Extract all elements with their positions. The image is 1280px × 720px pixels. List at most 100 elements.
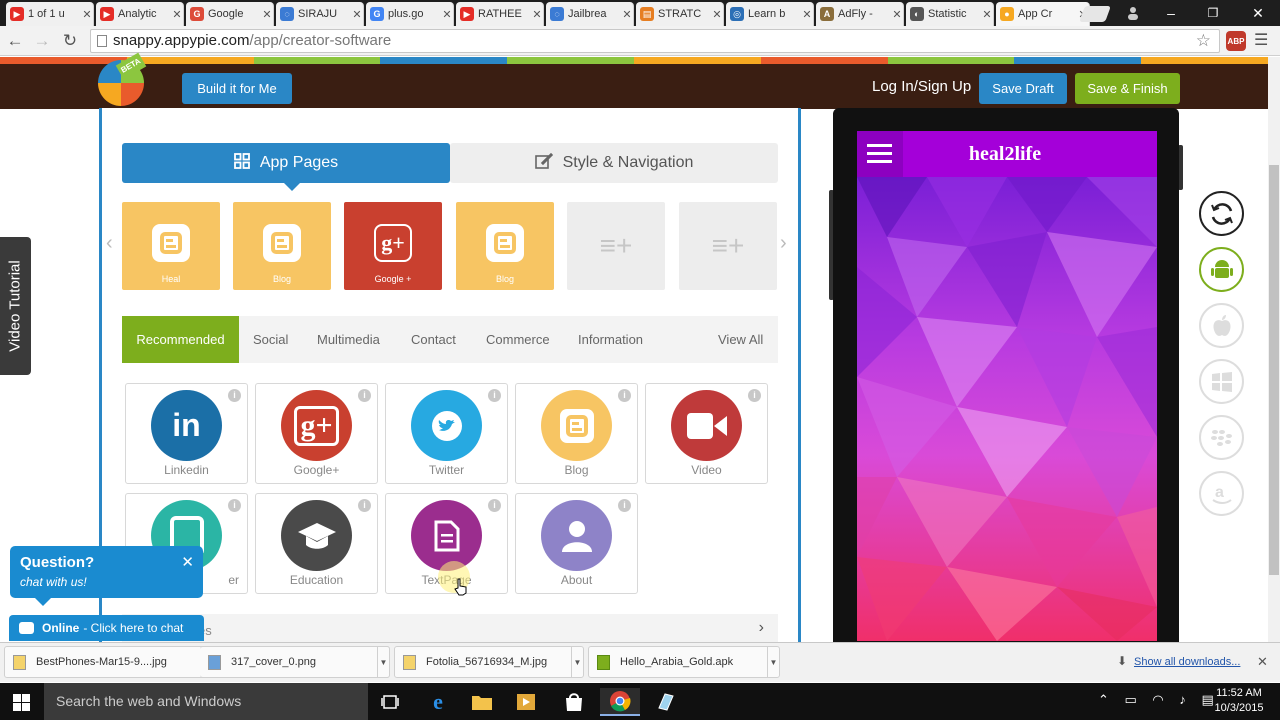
build-it-for-me-button[interactable]: Build it for Me — [182, 73, 292, 104]
close-icon[interactable]: ✕ — [1257, 654, 1268, 670]
category-social[interactable]: Social — [253, 316, 288, 363]
chat-online-button[interactable]: Online - Click here to chat — [9, 615, 204, 641]
download-item[interactable]: Hello_Arabia_Gold.apk ▼ — [588, 646, 780, 678]
close-window-icon[interactable]: ✕ — [1243, 2, 1273, 24]
close-tab-icon[interactable]: ✕ — [621, 8, 633, 21]
browser-tab[interactable]: ◌ Jailbrea ✕ — [546, 2, 634, 26]
info-icon[interactable]: i — [488, 389, 501, 402]
page-cards-prev-icon[interactable]: ‹ — [106, 232, 113, 255]
chevron-down-icon[interactable]: ▼ — [377, 647, 389, 677]
category-multimedia[interactable]: Multimedia — [317, 316, 380, 363]
android-icon[interactable] — [1199, 247, 1244, 292]
chevron-down-icon[interactable]: ▼ — [571, 647, 583, 677]
tab-style-navigation[interactable]: Style & Navigation — [450, 143, 778, 183]
info-icon[interactable]: i — [228, 389, 241, 402]
feature-card-about[interactable]: i About — [515, 493, 638, 594]
close-icon[interactable]: ✕ — [181, 553, 194, 571]
feature-card-google-plus[interactable]: g+ i Google+ — [255, 383, 378, 484]
bookmark-star-icon[interactable]: ☆ — [1196, 30, 1211, 52]
video-tutorial-tab[interactable]: Video Tutorial — [0, 237, 31, 375]
info-icon[interactable]: i — [748, 389, 761, 402]
browser-tab[interactable]: ▤ STRATC ✕ — [636, 2, 724, 26]
chrome-icon[interactable] — [600, 688, 640, 716]
category-view-all[interactable]: View All — [718, 316, 763, 363]
feature-card-education[interactable]: i Education — [255, 493, 378, 594]
page-scrollbar-thumb[interactable] — [1269, 165, 1279, 575]
show-all-downloads-link[interactable]: Show all downloads... — [1134, 656, 1240, 668]
browser-tab[interactable]: ▶ 1 of 1 u ✕ — [6, 2, 94, 26]
close-tab-icon[interactable]: ✕ — [981, 8, 993, 21]
media-player-icon[interactable] — [506, 688, 546, 716]
profile-icon[interactable] — [1118, 2, 1148, 24]
feature-card-blog[interactable]: i Blog — [515, 383, 638, 484]
download-item[interactable]: Fotolia_56716934_M.jpg ▼ — [394, 646, 584, 678]
info-icon[interactable]: i — [228, 499, 241, 512]
amazon-icon[interactable]: a — [1199, 471, 1244, 516]
browser-tab[interactable]: ▶ RATHEE ✕ — [456, 2, 544, 26]
app-icon[interactable] — [646, 688, 686, 716]
system-tray-icons[interactable]: ⌃ ▭ ◠ ♪ ▤ — [1098, 692, 1220, 708]
chat-popup[interactable]: Question? chat with us! ✕ — [10, 546, 203, 606]
close-tab-icon[interactable]: ✕ — [171, 8, 183, 21]
category-commerce[interactable]: Commerce — [486, 316, 550, 363]
feature-card-linkedin[interactable]: in i Linkedin — [125, 383, 248, 484]
store-icon[interactable] — [554, 688, 594, 716]
hamburger-menu-icon[interactable] — [857, 131, 903, 177]
empty-page-slot[interactable]: ≡+ — [679, 202, 777, 290]
windows-start-icon[interactable] — [13, 694, 30, 711]
close-tab-icon[interactable]: ✕ — [81, 8, 93, 21]
page-cards-next-icon[interactable]: › — [780, 232, 787, 255]
category-recommended[interactable]: Recommended — [122, 316, 239, 363]
more-features-bar[interactable]: es › — [122, 614, 778, 644]
windows-icon[interactable] — [1199, 359, 1244, 404]
refresh-icon[interactable] — [1199, 191, 1244, 236]
save-finish-button[interactable]: Save & Finish — [1075, 73, 1180, 104]
browser-tab[interactable]: ●App Cr✕ — [996, 2, 1090, 26]
close-tab-icon[interactable]: ✕ — [801, 8, 813, 21]
page-card-heal[interactable]: Heal — [122, 202, 220, 290]
close-tab-icon[interactable]: ✕ — [711, 8, 723, 21]
empty-page-slot[interactable]: ≡+ — [567, 202, 665, 290]
back-icon[interactable]: ← — [4, 30, 26, 52]
close-tab-icon[interactable]: ✕ — [441, 8, 453, 21]
maximize-icon[interactable]: ❐ — [1198, 2, 1228, 24]
info-icon[interactable]: i — [358, 389, 371, 402]
browser-tab[interactable]: A AdFly - ✕ — [816, 2, 904, 26]
address-bar[interactable]: snappy.appypie.com/app/creator-software … — [90, 29, 1220, 53]
browser-tab[interactable]: ◐ Statistic ✕ — [906, 2, 994, 26]
page-card-google-plus[interactable]: g+ Google + — [344, 202, 442, 290]
file-explorer-icon[interactable] — [462, 688, 502, 716]
page-card-blog[interactable]: Blog — [456, 202, 554, 290]
tab-app-pages[interactable]: App Pages — [122, 143, 450, 191]
browser-tab[interactable]: ◎ Learn b ✕ — [726, 2, 814, 26]
info-icon[interactable]: i — [618, 389, 631, 402]
feature-card-video[interactable]: i Video — [645, 383, 768, 484]
close-tab-icon[interactable]: ✕ — [351, 8, 363, 21]
blackberry-icon[interactable] — [1199, 415, 1244, 460]
browser-tab[interactable]: ▶ Analytic ✕ — [96, 2, 184, 26]
info-icon[interactable]: i — [488, 499, 501, 512]
forward-icon[interactable]: → — [31, 30, 53, 52]
chevron-down-icon[interactable]: ▼ — [767, 647, 779, 677]
download-item[interactable]: 317_cover_0.png ▼ — [200, 646, 390, 678]
info-icon[interactable]: i — [358, 499, 371, 512]
apple-icon[interactable] — [1199, 303, 1244, 348]
login-link[interactable]: Log In/Sign Up — [872, 78, 971, 95]
category-contact[interactable]: Contact — [411, 316, 456, 363]
save-draft-button[interactable]: Save Draft — [979, 73, 1067, 104]
browser-tab[interactable]: G Google ✕ — [186, 2, 274, 26]
info-icon[interactable]: i — [618, 499, 631, 512]
category-information[interactable]: Information — [578, 316, 643, 363]
browser-tab[interactable]: Gplus.go ✕ — [366, 2, 454, 26]
browser-tab[interactable]: ◌ SIRAJU ✕ — [276, 2, 364, 26]
adblock-icon[interactable]: ABP — [1226, 31, 1246, 51]
reload-icon[interactable]: ↻ — [59, 30, 81, 52]
feature-card-textpage[interactable]: i TextPage — [385, 493, 508, 596]
taskbar-search-input[interactable]: Search the web and Windows — [44, 683, 368, 720]
chrome-menu-icon[interactable]: ☰ — [1254, 30, 1268, 50]
minimize-icon[interactable]: – — [1156, 2, 1186, 24]
taskbar-clock[interactable]: 11:52 AM 10/3/2015 — [1214, 686, 1264, 716]
close-tab-icon[interactable]: ✕ — [891, 8, 903, 21]
page-card-blog[interactable]: Blog — [233, 202, 331, 290]
feature-card-twitter[interactable]: i Twitter — [385, 383, 508, 484]
